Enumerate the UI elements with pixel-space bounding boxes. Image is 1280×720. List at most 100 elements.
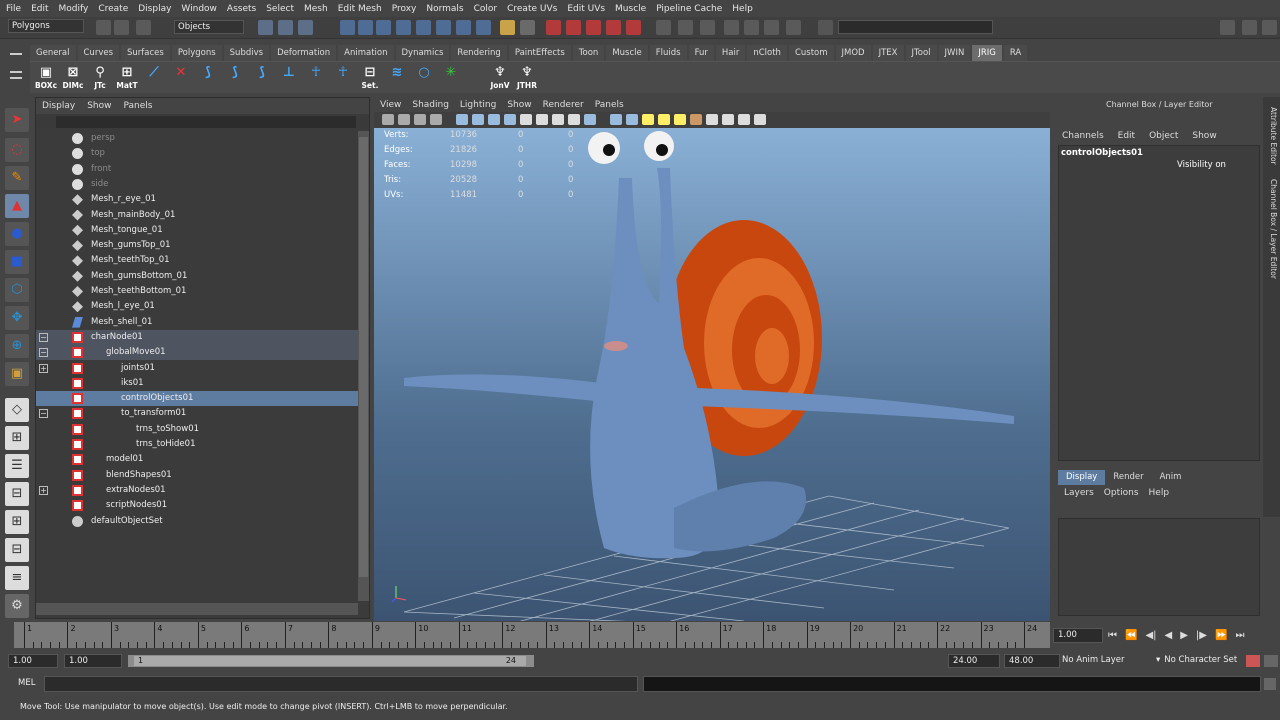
outliner-menu-panels[interactable]: Panels (123, 101, 152, 111)
custom-layout-icon[interactable]: ≡ (5, 566, 29, 590)
viewport-tool-icon[interactable] (430, 114, 442, 125)
menu-create[interactable]: Create (98, 4, 128, 14)
mask-joints-icon[interactable] (358, 20, 373, 35)
viewport-menu-panels[interactable]: Panels (595, 100, 624, 110)
side-tab-channel-box-layer-editor[interactable]: Channel Box / Layer Editor (1265, 179, 1278, 279)
step-forward-frame-icon[interactable]: |▶ (1196, 630, 1207, 641)
viewport-tool-icon[interactable] (552, 114, 564, 125)
shelf-button-set[interactable]: ⊟ Set. (358, 64, 382, 92)
collapse-icon[interactable]: − (39, 332, 48, 342)
viewport-tool-icon[interactable] (472, 114, 484, 125)
mel-label[interactable]: MEL (18, 678, 35, 688)
outliner-row-front[interactable]: front (36, 162, 358, 177)
viewport-menu-renderer[interactable]: Renderer (543, 100, 584, 110)
shelf-tab-polygons[interactable]: Polygons (171, 45, 222, 61)
outliner-row-blendshapes01[interactable]: blendShapes01 (36, 468, 358, 483)
play-forward-icon[interactable]: ▶ (1180, 630, 1188, 641)
soft-mod-tool-icon[interactable]: ✥ (5, 306, 29, 330)
shelf-button-jthr[interactable]: ♆ JTHR (515, 64, 539, 92)
menu-set-dropdown[interactable]: Polygons (8, 19, 84, 33)
viewport-tool-icon[interactable] (690, 114, 702, 125)
menu-normals[interactable]: Normals (426, 4, 463, 14)
shelf-tab-fur[interactable]: Fur (688, 45, 714, 61)
layer-tab-render[interactable]: Render (1105, 470, 1151, 485)
mask-dynamics-icon[interactable] (436, 20, 451, 35)
layer-tab-anim[interactable]: Anim (1152, 470, 1190, 485)
go-to-end-icon[interactable]: ⏭ (1235, 630, 1244, 641)
go-to-start-icon[interactable]: ⏮ (1108, 630, 1117, 641)
toggle-channel-box-icon[interactable] (1262, 20, 1277, 35)
shelf-button-10[interactable]: ☥ (304, 64, 328, 92)
menu-edit[interactable]: Edit (31, 4, 48, 14)
mel-command-input[interactable] (44, 676, 638, 692)
viewport-tool-icon[interactable] (626, 114, 638, 125)
menu-modify[interactable]: Modify (59, 4, 89, 14)
viewport-menu-show[interactable]: Show (507, 100, 531, 110)
make-live-icon[interactable] (626, 20, 641, 35)
playback-start-field[interactable]: 1.00 (64, 654, 122, 668)
viewport-tool-icon[interactable] (584, 114, 596, 125)
layer-menu-layers[interactable]: Layers (1064, 488, 1094, 498)
snap-curve-icon[interactable] (566, 20, 581, 35)
render-settings-icon[interactable] (786, 20, 801, 35)
select-by-object-icon[interactable] (278, 20, 293, 35)
collapse-icon[interactable]: − (39, 348, 48, 358)
outliner-search-field[interactable] (56, 116, 356, 128)
expand-icon[interactable]: + (39, 485, 48, 495)
shelf-tab-ra[interactable]: RA (1003, 45, 1028, 61)
single-perspective-layout-icon[interactable]: ◇ (5, 398, 29, 422)
outliner-row-mesh-teethbottom-01[interactable]: Mesh_teethBottom_01 (36, 284, 358, 299)
hypershade-layout-icon[interactable]: ⊞ (5, 510, 29, 534)
outliner-row-mesh-tongue-01[interactable]: Mesh_tongue_01 (36, 223, 358, 238)
mask-surfaces-icon[interactable] (396, 20, 411, 35)
channel-menu-show[interactable]: Show (1192, 131, 1216, 141)
lasso-tool-icon[interactable]: ◌ (5, 138, 29, 162)
selection-mask-dropdown[interactable]: Objects (174, 20, 244, 34)
range-slider-thumb[interactable]: 1 24 (134, 656, 526, 666)
viewport-menu-view[interactable]: View (380, 100, 401, 110)
viewport-tool-icon[interactable] (658, 114, 670, 125)
viewport-tool-icon[interactable] (722, 114, 734, 125)
menu-file[interactable]: File (6, 4, 21, 14)
step-back-frame-icon[interactable]: ◀| (1145, 630, 1156, 641)
shelf-tab-hair[interactable]: Hair (715, 45, 746, 61)
script-editor-icon[interactable] (1264, 678, 1276, 690)
shelf-tab-dynamics[interactable]: Dynamics (395, 45, 450, 61)
menu-create-uvs[interactable]: Create UVs (507, 4, 557, 14)
construction-history-icon[interactable] (700, 20, 715, 35)
channel-menu-edit[interactable]: Edit (1118, 131, 1135, 141)
shelf-button-8[interactable]: ⟆ (250, 64, 274, 92)
outliner-row-top[interactable]: top (36, 146, 358, 161)
outliner-row-joints01[interactable]: + joints01 (36, 361, 358, 376)
shelf-button-6[interactable]: ⟆ (196, 64, 220, 92)
visibility-value[interactable]: on (1215, 160, 1226, 170)
visibility-attribute[interactable]: Visibility on (1177, 160, 1226, 170)
outliner-row-mesh-l-eye-01[interactable]: Mesh_l_eye_01 (36, 299, 358, 314)
layer-menu-help[interactable]: Help (1149, 488, 1170, 498)
outliner-row-persp[interactable]: persp (36, 131, 358, 146)
viewport-tool-icon[interactable] (738, 114, 750, 125)
last-tool-icon[interactable]: ▣ (5, 362, 29, 386)
viewport-tool-icon[interactable] (488, 114, 500, 125)
select-by-component-icon[interactable] (298, 20, 313, 35)
menu-muscle[interactable]: Muscle (615, 4, 646, 14)
universal-manipulator-icon[interactable]: ⬡ (5, 278, 29, 302)
new-scene-icon[interactable] (96, 20, 111, 35)
viewport-menu-shading[interactable]: Shading (412, 100, 449, 110)
layer-menu-options[interactable]: Options (1104, 488, 1139, 498)
shelf-tab-jrig[interactable]: JRIG (972, 45, 1002, 61)
mask-handles-icon[interactable] (340, 20, 355, 35)
shelf-tab-fluids[interactable]: Fluids (649, 45, 687, 61)
move-tool-icon[interactable]: ▲ (5, 194, 29, 218)
viewport-menu-lighting[interactable]: Lighting (460, 100, 496, 110)
outliner-row-model01[interactable]: model01 (36, 452, 358, 467)
mask-deformations-icon[interactable] (416, 20, 431, 35)
graph-editor-layout-icon[interactable]: ⊟ (5, 482, 29, 506)
outliner-row-mesh-mainbody-01[interactable]: Mesh_mainBody_01 (36, 208, 358, 223)
toggle-attribute-editor-icon[interactable] (1220, 20, 1235, 35)
step-forward-key-icon[interactable]: ⏩ (1215, 630, 1227, 641)
shelf-button-11[interactable]: ☥ (331, 64, 355, 92)
shelf-button-boxc[interactable]: ▣ BOXc (34, 64, 58, 92)
viewport-tool-icon[interactable] (536, 114, 548, 125)
shelf-tab-surfaces[interactable]: Surfaces (121, 45, 170, 61)
